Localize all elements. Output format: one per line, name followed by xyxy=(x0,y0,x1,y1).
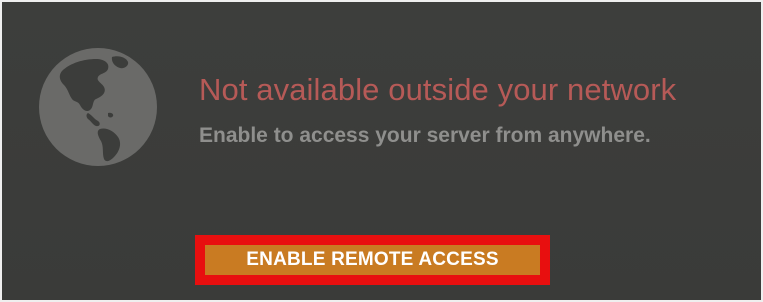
globe-icon xyxy=(38,47,158,167)
enable-remote-access-button[interactable]: ENABLE REMOTE ACCESS xyxy=(205,245,540,275)
remote-access-description: Enable to access your server from anywhe… xyxy=(199,124,651,147)
remote-access-status-title: Not available outside your network xyxy=(199,72,677,107)
remote-access-panel: Not available outside your network Enabl… xyxy=(0,0,763,302)
button-highlight-box: ENABLE REMOTE ACCESS xyxy=(195,235,550,285)
